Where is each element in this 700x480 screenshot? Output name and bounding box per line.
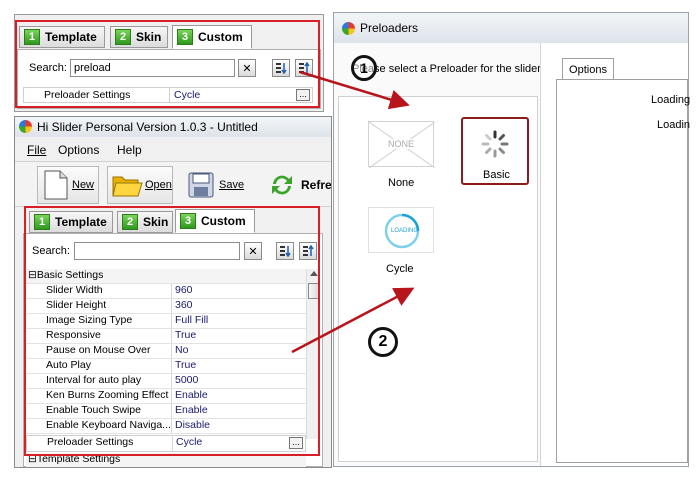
- tab-options[interactable]: Options: [562, 58, 614, 80]
- refresh-button[interactable]: Refre: [267, 166, 331, 204]
- window-title: Hi Slider Personal Version 1.0.3 - Untit…: [37, 120, 258, 134]
- spinner-icon: [481, 130, 509, 158]
- new-file-icon: [44, 170, 68, 200]
- options-content: [556, 79, 688, 463]
- save-label: Save: [219, 179, 245, 191]
- save-button[interactable]: Save: [187, 166, 249, 204]
- preloader-label: Cycle: [386, 263, 414, 275]
- refresh-label: Refre: [301, 178, 331, 192]
- dialog-title: Preloaders: [360, 21, 419, 35]
- preloader-label: None: [388, 177, 415, 189]
- none-thumbnail: NONE: [368, 121, 435, 168]
- cycle-thumbnail: LOADING: [368, 207, 434, 253]
- folder-open-icon: [112, 176, 143, 197]
- tab-label: Options: [569, 63, 607, 76]
- new-label: New: [72, 179, 95, 191]
- cycle-thumb-text: LOADING: [391, 228, 419, 234]
- save-icon: [188, 172, 214, 198]
- instruction-text: Please select a Preloader for the slider…: [352, 63, 544, 75]
- menu-help[interactable]: Help: [117, 143, 142, 157]
- dialog-title-bar: Preloaders: [334, 13, 688, 43]
- new-button[interactable]: New: [37, 166, 99, 204]
- toolbar: New Open Save Refre: [15, 161, 331, 207]
- loading-label: Loadin: [657, 119, 691, 131]
- highlight-box: [15, 20, 320, 108]
- open-button[interactable]: Open: [107, 166, 173, 204]
- preloader-item-none[interactable]: NONE None: [364, 119, 438, 189]
- step-1-marker: 1: [351, 55, 377, 81]
- app-icon: [342, 22, 355, 35]
- open-label: Open: [145, 179, 172, 191]
- preloader-item-cycle[interactable]: LOADING Cycle: [364, 205, 438, 275]
- main-title-bar: Hi Slider Personal Version 1.0.3 - Untit…: [15, 117, 331, 137]
- step-2-marker: 2: [368, 327, 398, 357]
- menu-options[interactable]: Options: [58, 143, 99, 157]
- loading-label: Loading: [651, 94, 691, 106]
- menu-file[interactable]: File: [27, 143, 46, 157]
- step-number: 2: [378, 333, 388, 350]
- step-number: 1: [360, 60, 368, 76]
- none-thumb-text: NONE: [387, 139, 416, 149]
- preloader-label: Basic: [483, 169, 510, 181]
- refresh-icon: [272, 175, 292, 195]
- highlight-box: [24, 206, 320, 456]
- preloader-item-basic[interactable]: Basic: [461, 117, 529, 185]
- preloaders-dialog: Preloaders Please select a Preloader for…: [333, 12, 691, 467]
- app-icon: [19, 120, 32, 133]
